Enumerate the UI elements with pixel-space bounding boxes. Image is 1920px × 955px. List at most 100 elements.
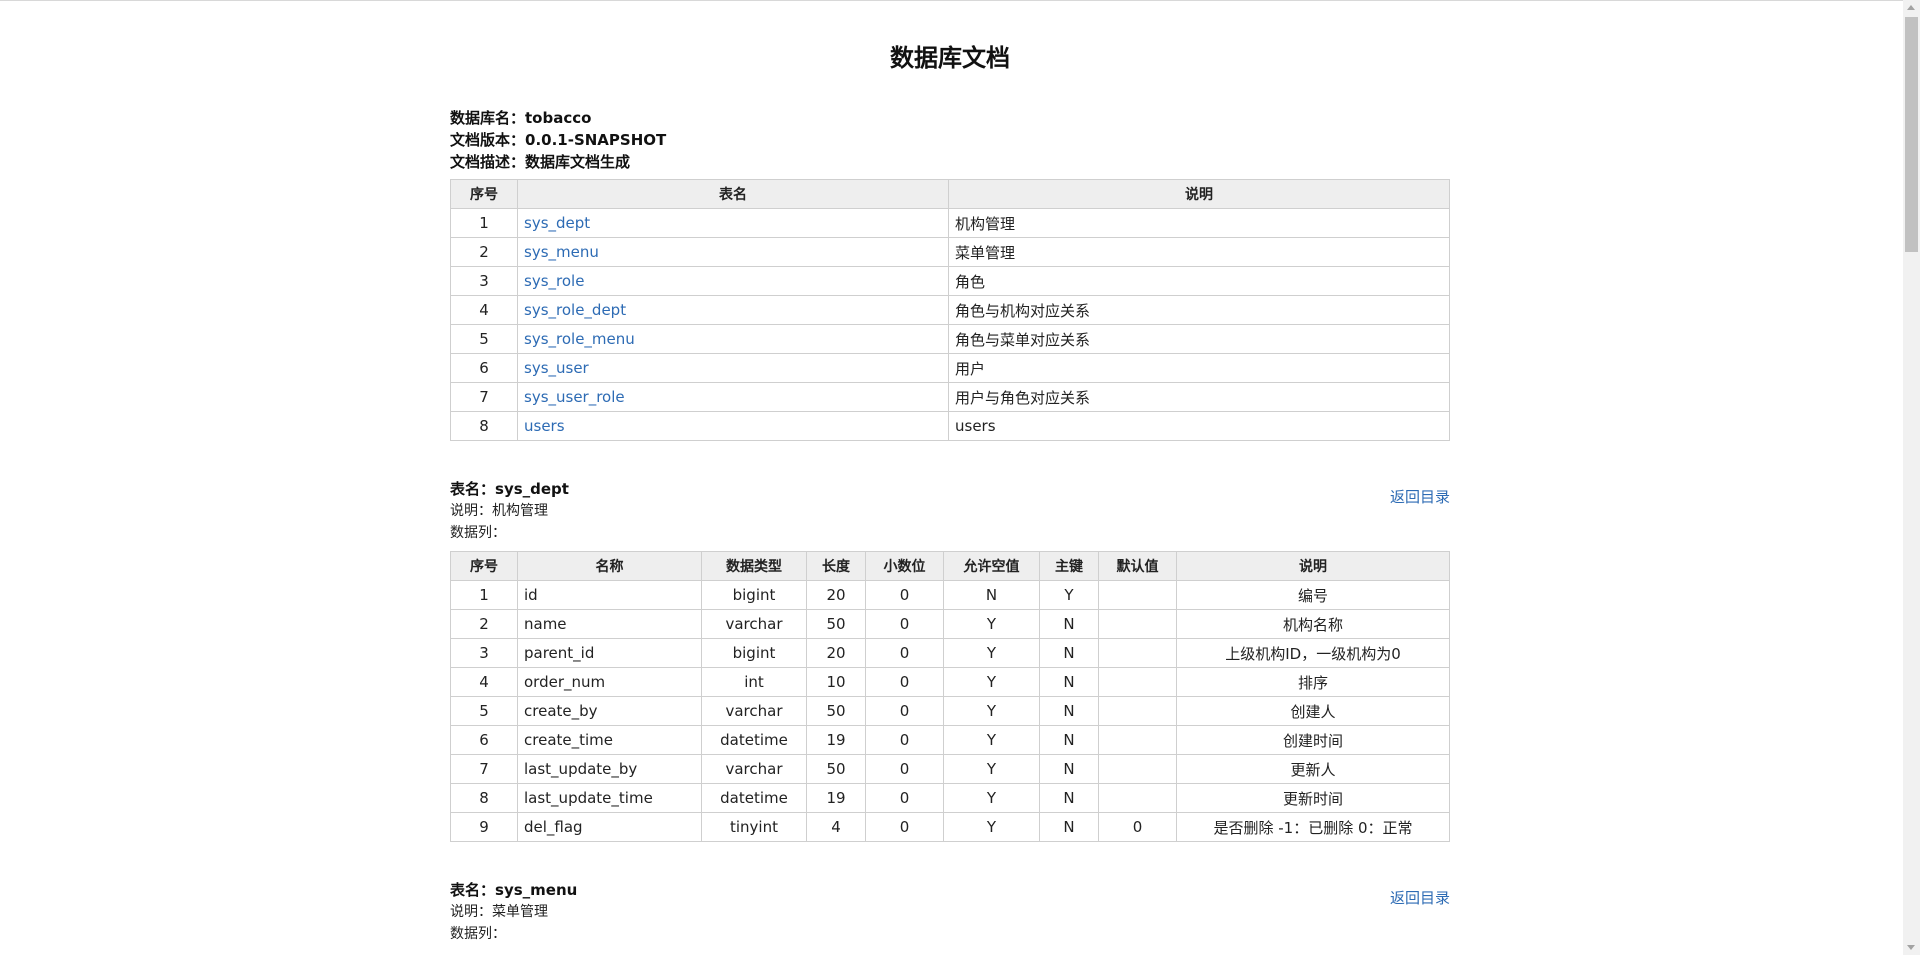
toc-row-no: 1 [450,208,518,238]
col-length-cell: 50 [806,609,866,639]
table-row: 8 last_update_time datetime 19 0 Y N 更新时间 [450,783,1450,813]
col-pk-cell: N [1039,696,1099,726]
table-link[interactable]: sys_role [524,272,584,290]
back-to-toc-link[interactable]: 返回目录 [1390,486,1450,507]
col-desc-cell: 排序 [1176,667,1450,697]
col-default-cell: 0 [1098,812,1177,842]
table-link[interactable]: users [524,417,565,435]
toc-row-desc: 角色 [948,266,1450,296]
toc-row-name-cell: sys_menu [517,237,949,267]
toc-row: 3 sys_role 角色 [450,266,1450,296]
col-decimal-cell: 0 [865,754,944,784]
db-name-value: tobacco [525,109,592,127]
table-section-sys-dept-header: 表名：sys_dept 说明：机构管理 数据列： 返回目录 [450,478,1450,544]
col-header-name: 名称 [517,551,702,581]
col-length-cell: 4 [806,812,866,842]
table-link[interactable]: sys_role_dept [524,301,626,319]
toc-row-desc: 角色与菜单对应关系 [948,324,1450,354]
toc-row-no: 4 [450,295,518,325]
table-columns-label: 数据列： [450,926,506,942]
col-no-cell: 8 [450,783,518,813]
toc-row-desc: 用户与角色对应关系 [948,382,1450,412]
toc-row-name-cell: sys_role_menu [517,324,949,354]
toc-row: 8 users users [450,411,1450,441]
col-default-cell [1098,725,1177,755]
col-name-cell: order_num [517,667,702,697]
col-desc-cell: 创建人 [1176,696,1450,726]
toc-row-no: 6 [450,353,518,383]
toc-row: 1 sys_dept 机构管理 [450,208,1450,238]
col-length-cell: 50 [806,696,866,726]
table-link[interactable]: sys_user [524,359,589,377]
back-to-toc-link[interactable]: 返回目录 [1390,887,1450,908]
col-type-cell: varchar [701,696,807,726]
scroll-up-arrow-icon[interactable] [1907,5,1915,10]
col-name-cell: create_time [517,725,702,755]
toc-row: 4 sys_role_dept 角色与机构对应关系 [450,295,1450,325]
toc-row-no: 8 [450,411,518,441]
col-header-length: 长度 [806,551,866,581]
col-pk-cell: N [1039,609,1099,639]
col-header-decimal: 小数位 [865,551,944,581]
table-link[interactable]: sys_role_menu [524,330,635,348]
col-type-cell: varchar [701,609,807,639]
table-name-label: 表名： [450,881,496,899]
table-desc-line: 说明：机构管理 [450,503,548,519]
col-default-cell [1098,638,1177,668]
table-row: 9 del_flag tinyint 4 0 Y N 0 是否删除 -1：已删除 0：正常 [450,812,1450,842]
col-pk-cell: N [1039,725,1099,755]
doc-version-value: 0.0.1-SNAPSHOT [525,131,667,149]
col-header-type: 数据类型 [701,551,807,581]
col-type-cell: datetime [701,783,807,813]
col-nullable-cell: N [943,580,1040,610]
col-name-cell: last_update_by [517,754,702,784]
col-name-cell: create_by [517,696,702,726]
col-no-cell: 6 [450,725,518,755]
toc-row: 2 sys_menu 菜单管理 [450,237,1450,267]
db-name-label: 数据库名： [450,109,526,127]
col-header-no: 序号 [450,551,518,581]
table-link[interactable]: sys_dept [524,214,590,232]
col-type-cell: tinyint [701,812,807,842]
toc-row-desc: 用户 [948,353,1450,383]
table-row: 7 last_update_by varchar 50 0 Y N 更新人 [450,754,1450,784]
toc-row-name-cell: sys_user [517,353,949,383]
col-type-cell: int [701,667,807,697]
toc-row-desc: 菜单管理 [948,237,1450,267]
vertical-scrollbar[interactable] [1903,0,1920,955]
toc-row-name-cell: sys_dept [517,208,949,238]
toc-row-no: 3 [450,266,518,296]
toc-row-name-cell: sys_user_role [517,382,949,412]
table-link[interactable]: sys_user_role [524,388,625,406]
col-no-cell: 5 [450,696,518,726]
col-desc-cell: 编号 [1176,580,1450,610]
table-row: 2 name varchar 50 0 Y N 机构名称 [450,609,1450,639]
col-nullable-cell: Y [943,783,1040,813]
doc-desc-line: 文档描述：数据库文档生成 [450,151,630,173]
scrollbar-thumb[interactable] [1905,17,1918,252]
col-decimal-cell: 0 [865,638,944,668]
scroll-down-arrow-icon[interactable] [1907,945,1915,950]
col-nullable-cell: Y [943,667,1040,697]
col-default-cell [1098,754,1177,784]
toc-row: 5 sys_role_menu 角色与菜单对应关系 [450,324,1450,354]
table-name-label: 表名： [450,480,496,498]
table-name-line: 表名：sys_menu [450,879,1450,901]
window-top-border [0,0,1920,1]
toc-row-name-cell: sys_role [517,266,949,296]
col-decimal-cell: 0 [865,783,944,813]
col-decimal-cell: 0 [865,609,944,639]
col-length-cell: 19 [806,725,866,755]
page-title: 数据库文档 [890,44,1010,72]
table-section-sys-menu-header: 表名：sys_menu 说明：菜单管理 数据列： 返回目录 [450,879,1450,945]
toc-row-desc: 机构管理 [948,208,1450,238]
col-length-cell: 20 [806,580,866,610]
table-link[interactable]: sys_menu [524,243,599,261]
col-pk-cell: Y [1039,580,1099,610]
table-name-value: sys_menu [495,881,578,899]
toc-header-name: 表名 [517,179,949,209]
col-type-cell: varchar [701,754,807,784]
toc-row: 6 sys_user 用户 [450,353,1450,383]
col-desc-cell: 机构名称 [1176,609,1450,639]
col-no-cell: 4 [450,667,518,697]
